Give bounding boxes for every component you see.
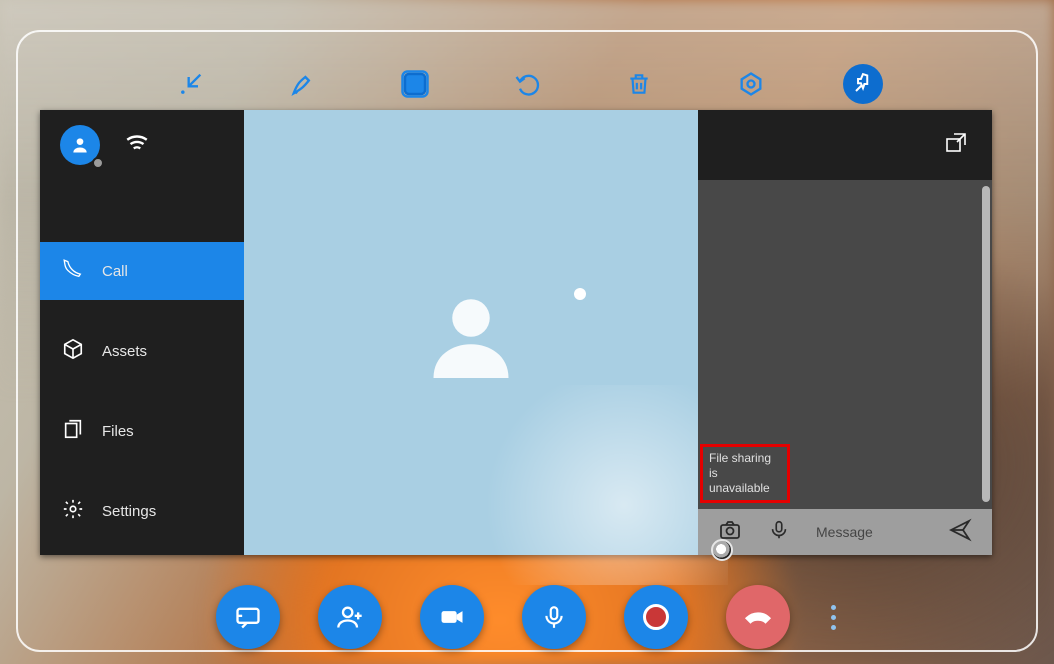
files-icon	[62, 418, 84, 444]
call-controls	[0, 585, 1054, 649]
wifi-icon[interactable]	[124, 130, 150, 161]
sidebar-item-settings[interactable]: Settings	[40, 482, 244, 540]
chat-panel: File sharing is unavailable Message	[698, 110, 992, 555]
lens-icon[interactable]	[731, 64, 771, 104]
package-icon	[62, 338, 84, 364]
send-icon[interactable]	[948, 518, 972, 547]
chat-scrollbar[interactable]	[982, 186, 990, 502]
gear-icon	[62, 498, 84, 524]
annotation-toolbar	[0, 58, 1054, 110]
trash-icon[interactable]	[619, 64, 659, 104]
camera-button[interactable]	[420, 585, 484, 649]
record-button[interactable]	[624, 585, 688, 649]
nav-list: Call Assets Files Settings	[40, 242, 244, 562]
add-person-button[interactable]	[318, 585, 382, 649]
phone-icon	[62, 258, 84, 284]
pen-icon[interactable]	[283, 64, 323, 104]
presence-status-dot	[92, 157, 104, 169]
chat-header	[698, 110, 992, 180]
tooltip-line: unavailable	[709, 481, 781, 496]
record-dot-icon	[643, 604, 669, 630]
sidebar: Call Assets Files Settings	[40, 110, 244, 555]
message-input[interactable]: Message	[816, 524, 922, 540]
chat-button[interactable]	[216, 585, 280, 649]
popout-icon[interactable]	[944, 131, 968, 160]
file-sharing-tooltip: File sharing is unavailable	[700, 444, 790, 503]
sidebar-item-assets[interactable]: Assets	[40, 322, 244, 380]
pointer-dot	[574, 288, 586, 300]
more-options-button[interactable]	[828, 585, 838, 649]
sidebar-header	[40, 110, 244, 180]
tooltip-line: File sharing is	[709, 451, 781, 481]
video-feed[interactable]	[244, 110, 698, 555]
sidebar-item-label: Settings	[102, 503, 156, 520]
chat-input-row: Message	[698, 509, 992, 555]
arrow-in-icon[interactable]	[171, 64, 211, 104]
sidebar-item-label: Files	[102, 423, 134, 440]
sidebar-item-files[interactable]: Files	[40, 402, 244, 460]
microphone-button[interactable]	[522, 585, 586, 649]
sidebar-item-call[interactable]: Call	[40, 242, 244, 300]
chat-body: File sharing is unavailable	[698, 180, 992, 509]
sidebar-item-label: Assets	[102, 343, 147, 360]
app-window: Call Assets Files Settings	[40, 110, 992, 555]
hangup-button[interactable]	[726, 585, 790, 649]
sidebar-item-label: Call	[102, 263, 128, 280]
avatar[interactable]	[60, 125, 100, 165]
shape-square-icon[interactable]	[395, 64, 435, 104]
undo-icon[interactable]	[507, 64, 547, 104]
pin-icon[interactable]	[843, 64, 883, 104]
microphone-icon[interactable]	[768, 519, 790, 546]
participant-placeholder-icon	[426, 288, 516, 378]
camera-knob	[711, 539, 733, 561]
